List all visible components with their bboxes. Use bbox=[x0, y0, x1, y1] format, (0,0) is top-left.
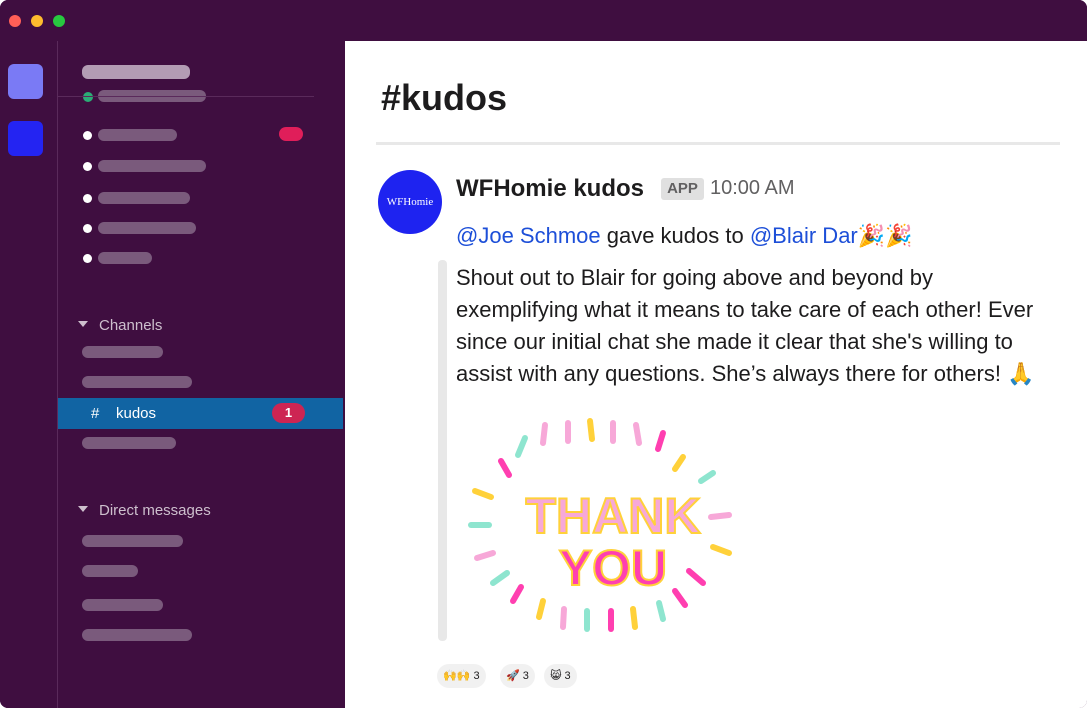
ray bbox=[633, 422, 642, 446]
bullet-icon bbox=[83, 194, 92, 203]
party-emoji-icon: 🎉🎉 bbox=[857, 223, 913, 248]
bullet-icon bbox=[83, 162, 92, 171]
ray bbox=[708, 512, 732, 520]
reaction-raised-hands[interactable]: 🙌🙌 3 bbox=[437, 664, 486, 688]
bullet-icon bbox=[83, 131, 92, 140]
you-text: YOU bbox=[559, 540, 667, 596]
timestamp[interactable]: 10:00 AM bbox=[710, 177, 795, 200]
ray bbox=[472, 488, 494, 500]
dm-placeholder[interactable] bbox=[82, 535, 183, 547]
ray bbox=[536, 598, 546, 620]
ray bbox=[656, 600, 666, 622]
channel-title: #kudos bbox=[381, 77, 508, 118]
ray bbox=[630, 606, 638, 630]
attachment-bar bbox=[438, 260, 447, 641]
ray bbox=[710, 544, 732, 556]
ray bbox=[498, 458, 512, 478]
rocket-icon: 🚀 bbox=[506, 670, 520, 682]
message-body: Shout out to Blair for going above and b… bbox=[456, 265, 1035, 386]
caret-down-icon bbox=[78, 506, 88, 512]
kudos-line: @Joe Schmoe gave kudos to @Blair Dar🎉🎉 bbox=[456, 223, 913, 249]
sidebar-item-placeholder[interactable] bbox=[98, 252, 152, 264]
app-badge: APP bbox=[661, 178, 704, 200]
channel-placeholder[interactable] bbox=[82, 437, 176, 449]
ray bbox=[560, 606, 567, 630]
receiver-mention[interactable]: @Blair Dar bbox=[750, 223, 858, 248]
caret-down-icon bbox=[78, 321, 88, 327]
sidebar-divider bbox=[58, 96, 314, 97]
header-divider bbox=[376, 142, 1060, 145]
ray bbox=[672, 454, 686, 472]
sidebar-item-placeholder[interactable] bbox=[98, 192, 190, 204]
ray bbox=[698, 470, 716, 484]
ray bbox=[587, 418, 595, 442]
ray bbox=[686, 568, 706, 586]
channel-placeholder[interactable] bbox=[82, 376, 192, 388]
dms-section-header[interactable]: Direct messages bbox=[78, 502, 211, 519]
channel-view: #kudos WFHomie WFHomie kudos APP 10:00 A… bbox=[345, 41, 1087, 708]
ray bbox=[540, 422, 548, 446]
reaction-cat[interactable]: 😸 3 bbox=[544, 664, 577, 688]
workspace-icon-1[interactable] bbox=[8, 64, 43, 99]
workspace-rail bbox=[0, 41, 58, 708]
sidebar: Channels # kudos 1 Direct messages bbox=[58, 41, 345, 708]
reaction-count: 3 bbox=[522, 670, 529, 682]
unread-badge bbox=[279, 127, 303, 141]
sender-name[interactable]: WFHomie kudos bbox=[456, 175, 644, 203]
gave-text: gave kudos to bbox=[600, 223, 750, 248]
sidebar-item-placeholder[interactable] bbox=[98, 222, 196, 234]
sidebar-item-kudos[interactable]: # kudos 1 bbox=[58, 398, 343, 429]
title-bar bbox=[0, 0, 1087, 41]
bullet-icon bbox=[83, 254, 92, 263]
channel-name: kudos bbox=[116, 405, 157, 422]
ray bbox=[515, 435, 528, 458]
close-window-button[interactable] bbox=[9, 15, 21, 27]
hash-icon: # bbox=[91, 405, 100, 422]
bullet-icon bbox=[83, 224, 92, 233]
dms-label: Direct messages bbox=[99, 502, 211, 519]
dm-placeholder[interactable] bbox=[82, 599, 163, 611]
reaction-rocket[interactable]: 🚀 3 bbox=[500, 664, 535, 688]
workspace-icon-2[interactable] bbox=[8, 121, 43, 156]
ray bbox=[672, 588, 688, 608]
ray bbox=[655, 430, 666, 452]
cat-icon: 😸 bbox=[550, 670, 562, 682]
app-window: Channels # kudos 1 Direct messages #kudo… bbox=[0, 0, 1087, 708]
workspace-name-placeholder[interactable] bbox=[82, 65, 190, 79]
thank-you-image[interactable]: THANK YOU bbox=[463, 413, 775, 637]
sidebar-item-placeholder[interactable] bbox=[98, 160, 206, 172]
giver-mention[interactable]: @Joe Schmoe bbox=[456, 223, 601, 248]
avatar[interactable]: WFHomie bbox=[378, 170, 442, 234]
thank-text: THANK bbox=[526, 488, 701, 544]
maximize-window-button[interactable] bbox=[53, 15, 65, 27]
presence-icon bbox=[83, 92, 93, 102]
channels-label: Channels bbox=[99, 317, 163, 334]
channel-placeholder[interactable] bbox=[82, 346, 163, 358]
dm-placeholder[interactable] bbox=[82, 565, 138, 577]
ray bbox=[474, 550, 496, 561]
dm-placeholder[interactable] bbox=[82, 629, 192, 641]
ray bbox=[510, 584, 524, 604]
channels-section-header[interactable]: Channels bbox=[78, 317, 162, 334]
reaction-count: 3 bbox=[473, 670, 480, 682]
sidebar-item-placeholder[interactable] bbox=[98, 129, 177, 141]
ray bbox=[490, 570, 510, 586]
raised-hands-icon: 🙌🙌 bbox=[443, 670, 471, 682]
minimize-window-button[interactable] bbox=[31, 15, 43, 27]
reaction-count: 3 bbox=[564, 670, 571, 682]
mention-badge: 1 bbox=[272, 403, 305, 423]
